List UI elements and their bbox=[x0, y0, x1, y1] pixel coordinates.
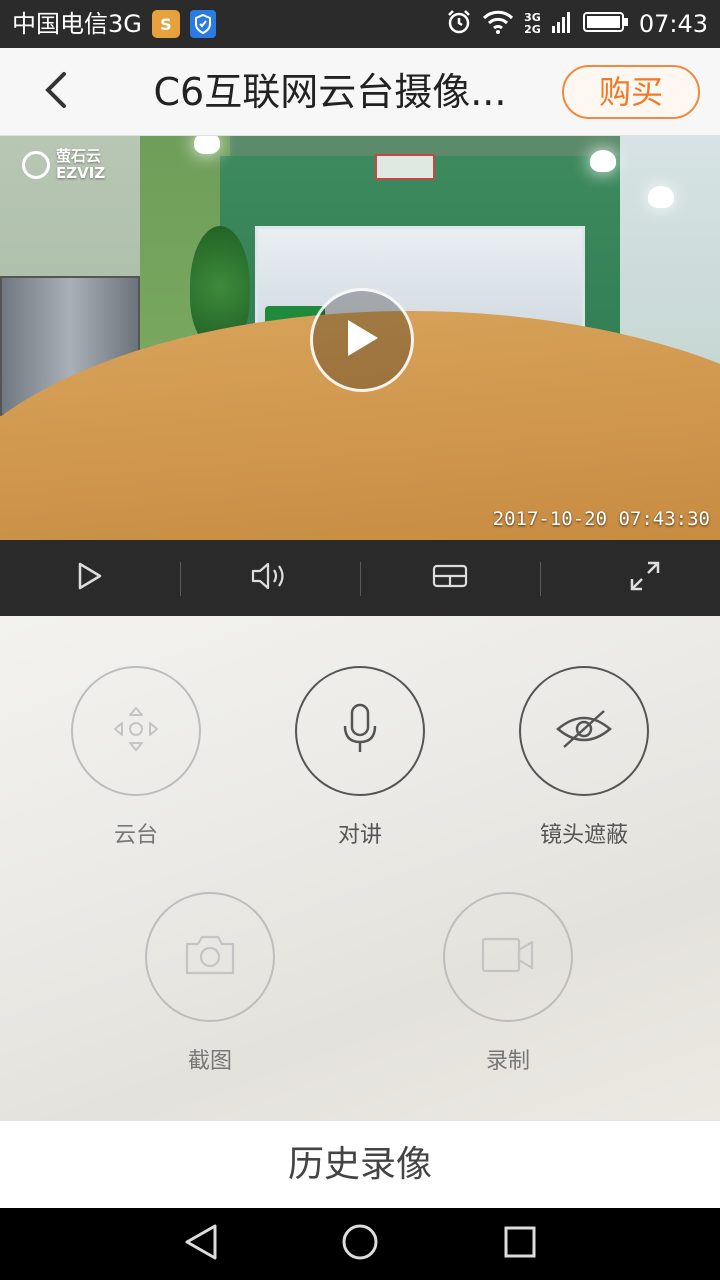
nav-back-button[interactable] bbox=[166, 1220, 236, 1268]
camera-icon bbox=[184, 934, 236, 980]
microphone-icon bbox=[340, 702, 380, 760]
ezviz-mark-icon bbox=[22, 151, 50, 179]
chevron-left-icon bbox=[42, 70, 70, 114]
play-overlay-button[interactable] bbox=[310, 288, 414, 392]
talk-feature[interactable]: 对讲 bbox=[270, 666, 450, 850]
nav-home-button[interactable] bbox=[325, 1220, 395, 1268]
home-circle-icon bbox=[341, 1223, 379, 1265]
play-icon bbox=[342, 316, 382, 364]
signal-icon bbox=[551, 10, 573, 38]
privacy-button[interactable] bbox=[519, 666, 649, 796]
shield-icon bbox=[189, 10, 216, 38]
logo-text-en: EZVIZ bbox=[56, 164, 106, 182]
grid-icon bbox=[432, 564, 468, 592]
play-button[interactable] bbox=[0, 540, 180, 616]
back-button[interactable] bbox=[28, 68, 84, 116]
history-recording-button[interactable]: 历史录像 bbox=[0, 1120, 720, 1208]
privacy-label: 镜头遮蔽 bbox=[539, 823, 628, 848]
talk-button[interactable] bbox=[295, 666, 425, 796]
video-control-bar bbox=[0, 540, 720, 616]
ptz-label: 云台 bbox=[113, 823, 158, 848]
nav-recents-button[interactable] bbox=[485, 1220, 555, 1268]
ptz-icon bbox=[111, 704, 161, 758]
video-camera-icon bbox=[481, 936, 535, 978]
ptz-feature[interactable]: 云台 bbox=[46, 666, 226, 850]
expand-icon bbox=[629, 560, 661, 596]
back-triangle-icon bbox=[183, 1223, 219, 1265]
fullscreen-button[interactable] bbox=[555, 540, 720, 616]
carrier-label: 中国电信3G bbox=[12, 10, 142, 38]
capture-button[interactable] bbox=[145, 892, 275, 1022]
buy-button[interactable]: 购买 bbox=[562, 65, 700, 119]
control-divider bbox=[540, 562, 541, 596]
status-left: 中国电信3G S bbox=[12, 8, 216, 40]
quality-button[interactable] bbox=[360, 540, 540, 616]
capture-label: 截图 bbox=[187, 1049, 232, 1074]
video-scene-lamp bbox=[590, 150, 616, 172]
page-title: C6互联网云台摄像... bbox=[153, 70, 507, 114]
feature-panel: 云台 对讲 镜头遮蔽 截图 录制 bbox=[0, 616, 720, 1120]
volume-button[interactable] bbox=[180, 540, 360, 616]
network-bottom-label: 2G bbox=[524, 23, 541, 36]
recents-square-icon bbox=[503, 1225, 537, 1263]
ptz-button[interactable] bbox=[71, 666, 201, 796]
play-outline-icon bbox=[76, 561, 104, 595]
status-right: 3G 2G 07:43 bbox=[446, 8, 708, 40]
record-feature[interactable]: 录制 bbox=[418, 892, 598, 1076]
video-scene-sign bbox=[375, 154, 435, 180]
capture-feature[interactable]: 截图 bbox=[120, 892, 300, 1076]
logo-text-cn: 萤石云 bbox=[56, 147, 102, 165]
title-bar: C6互联网云台摄像... 购买 bbox=[0, 48, 720, 136]
record-label: 录制 bbox=[485, 1049, 530, 1074]
network-type: 3G 2G bbox=[524, 12, 541, 36]
speaker-icon bbox=[250, 560, 290, 596]
video-player[interactable]: 萤石云 EZVIZ 2017-10-20 07:43:30 bbox=[0, 136, 720, 540]
ezviz-logo: 萤石云 EZVIZ bbox=[22, 148, 105, 182]
clock: 07:43 bbox=[638, 10, 708, 38]
battery-icon bbox=[582, 10, 629, 38]
status-bar: 中国电信3G S 3G 2G 07:43 bbox=[0, 0, 720, 48]
app-notification-icon: S bbox=[151, 10, 180, 38]
video-scene-lamp bbox=[648, 186, 674, 208]
alarm-icon bbox=[446, 9, 472, 39]
privacy-feature[interactable]: 镜头遮蔽 bbox=[494, 666, 674, 850]
video-timestamp: 2017-10-20 07:43:30 bbox=[492, 508, 710, 530]
navigation-bar bbox=[0, 1208, 720, 1280]
video-scene-lamp bbox=[194, 136, 220, 154]
wifi-icon bbox=[482, 10, 514, 38]
eye-off-icon bbox=[554, 709, 614, 753]
talk-label: 对讲 bbox=[337, 823, 382, 848]
record-button[interactable] bbox=[443, 892, 573, 1022]
